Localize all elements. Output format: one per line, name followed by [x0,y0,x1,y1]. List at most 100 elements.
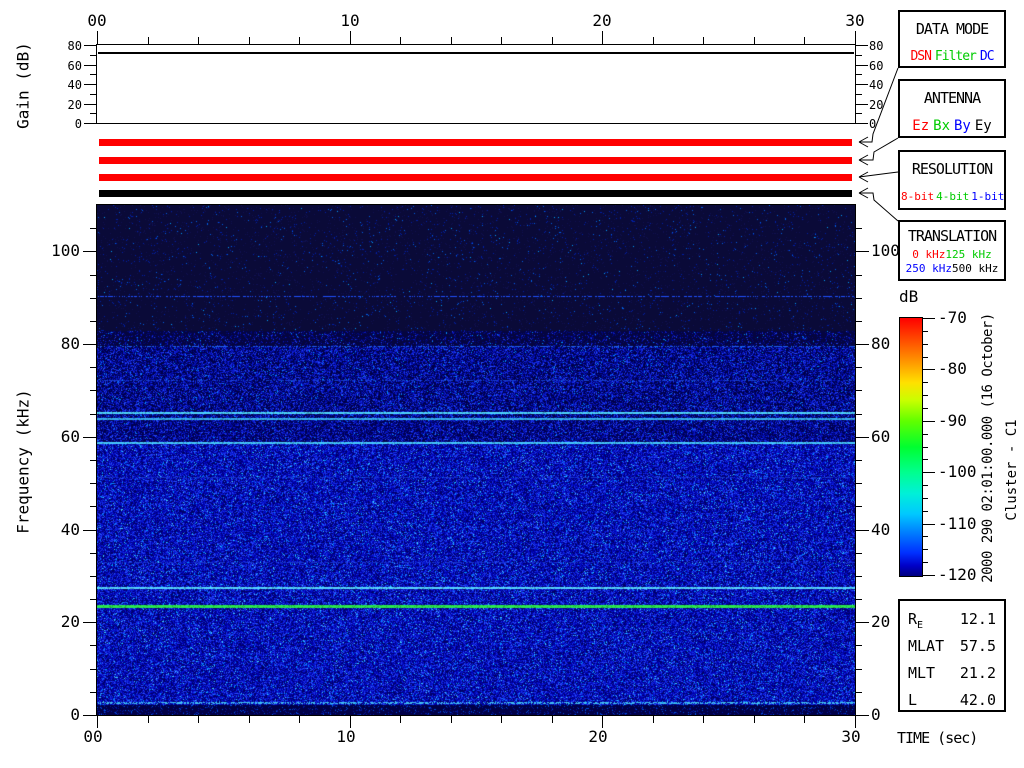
tick-label: 80 [871,334,891,353]
legend-title: RESOLUTION [911,160,993,178]
axis-tick [855,483,862,484]
tick-label: -90 [938,411,967,430]
info-row: MLT 21.2 [908,664,996,691]
info-label: MLAT [908,637,945,655]
axis-tick [922,357,928,358]
tick-label: -110 [938,514,977,533]
axis-tick [922,562,928,563]
tick-label: 60 [67,59,82,73]
axis-tick [703,37,704,45]
axis-tick [299,716,300,723]
axis-tick [855,31,856,45]
axis-tick [855,104,868,105]
gain-axis-title: Gain (dB) [13,42,33,129]
axis-tick [83,622,97,623]
axis-tick [84,45,97,46]
antenna-callout [858,137,899,166]
axis-tick [855,113,862,114]
axis-tick [855,669,862,670]
info-value: 57.5 [959,637,996,655]
axis-tick [198,37,199,45]
tick-label: 20 [871,612,891,631]
axis-tick [855,390,862,391]
axis-tick [90,483,97,484]
axis-tick [249,37,250,45]
axis-tick [855,414,862,415]
wbd-spectrogram-display: Gain (dB) Frequency (kHz) DATA MODE DSN F… [0,0,1024,768]
legend-item: 125 kHz [945,248,992,261]
axis-tick [90,692,97,693]
axis-tick [922,369,935,370]
axis-tick [922,421,935,422]
tick-label: 00 [83,727,103,746]
axis-tick [855,576,862,577]
axis-tick [90,669,97,670]
axis-tick [148,716,149,723]
axis-tick [855,45,868,46]
legend-item: DSN [910,49,932,64]
translation-callout [858,187,899,222]
axis-tick [90,367,97,368]
tick-label: 0 [869,117,877,131]
axis-tick [90,113,97,114]
tick-label: 80 [869,39,884,53]
axis-tick [90,460,97,461]
info-row: RE 12.1 [908,610,996,637]
axis-tick [922,524,935,525]
axis-tick [90,553,97,554]
axis-tick [90,645,97,646]
tick-label: 0 [70,705,80,724]
legend-title: DATA MODE [915,20,989,38]
legend-item: 4-bit [936,190,970,203]
axis-tick [855,715,869,716]
axis-tick [922,447,928,448]
antenna-bar [99,157,852,164]
axis-tick [451,716,452,723]
axis-tick [855,321,862,322]
axis-tick [855,298,862,299]
legend-item: Ey [974,118,992,134]
info-value: 42.0 [959,691,996,709]
legend-item: DC [979,49,995,64]
legend-item: 1-bit [971,190,1005,203]
axis-tick [84,123,97,124]
axis-tick [922,472,935,473]
tick-label: -80 [938,359,967,378]
legend-item: Filter [934,49,977,64]
tick-label: -120 [938,565,977,584]
tick-label: 100 [51,241,80,260]
axis-tick [754,716,755,723]
tick-label: 30 [845,11,865,30]
colorbar [899,317,923,577]
tick-label: 10 [336,727,356,746]
tick-label: 10 [340,11,360,30]
axis-tick [855,530,869,531]
axis-tick [90,298,97,299]
axis-tick [653,716,654,723]
axis-tick [148,37,149,45]
axis-tick [90,390,97,391]
axis-tick [90,414,97,415]
info-value: 12.1 [959,610,996,628]
axis-tick [83,530,97,531]
tick-label: 40 [869,78,884,92]
axis-tick [855,553,862,554]
tick-label: -70 [938,308,967,327]
tick-label: 20 [592,11,612,30]
axis-tick [90,228,97,229]
info-label: MLT [908,664,936,682]
axis-tick [855,65,868,66]
axis-tick [90,55,97,56]
axis-tick [400,716,401,723]
axis-tick [350,31,351,45]
axis-tick [804,37,805,45]
axis-tick [855,599,862,600]
data-mode-bar [99,139,852,146]
axis-tick [653,37,654,45]
axis-tick [855,251,869,252]
axis-tick [855,55,862,56]
gain-trace-line [98,52,854,54]
axis-tick [855,460,862,461]
axis-tick [855,74,862,75]
spacecraft-side-label: Cluster - C1 [1004,419,1020,521]
